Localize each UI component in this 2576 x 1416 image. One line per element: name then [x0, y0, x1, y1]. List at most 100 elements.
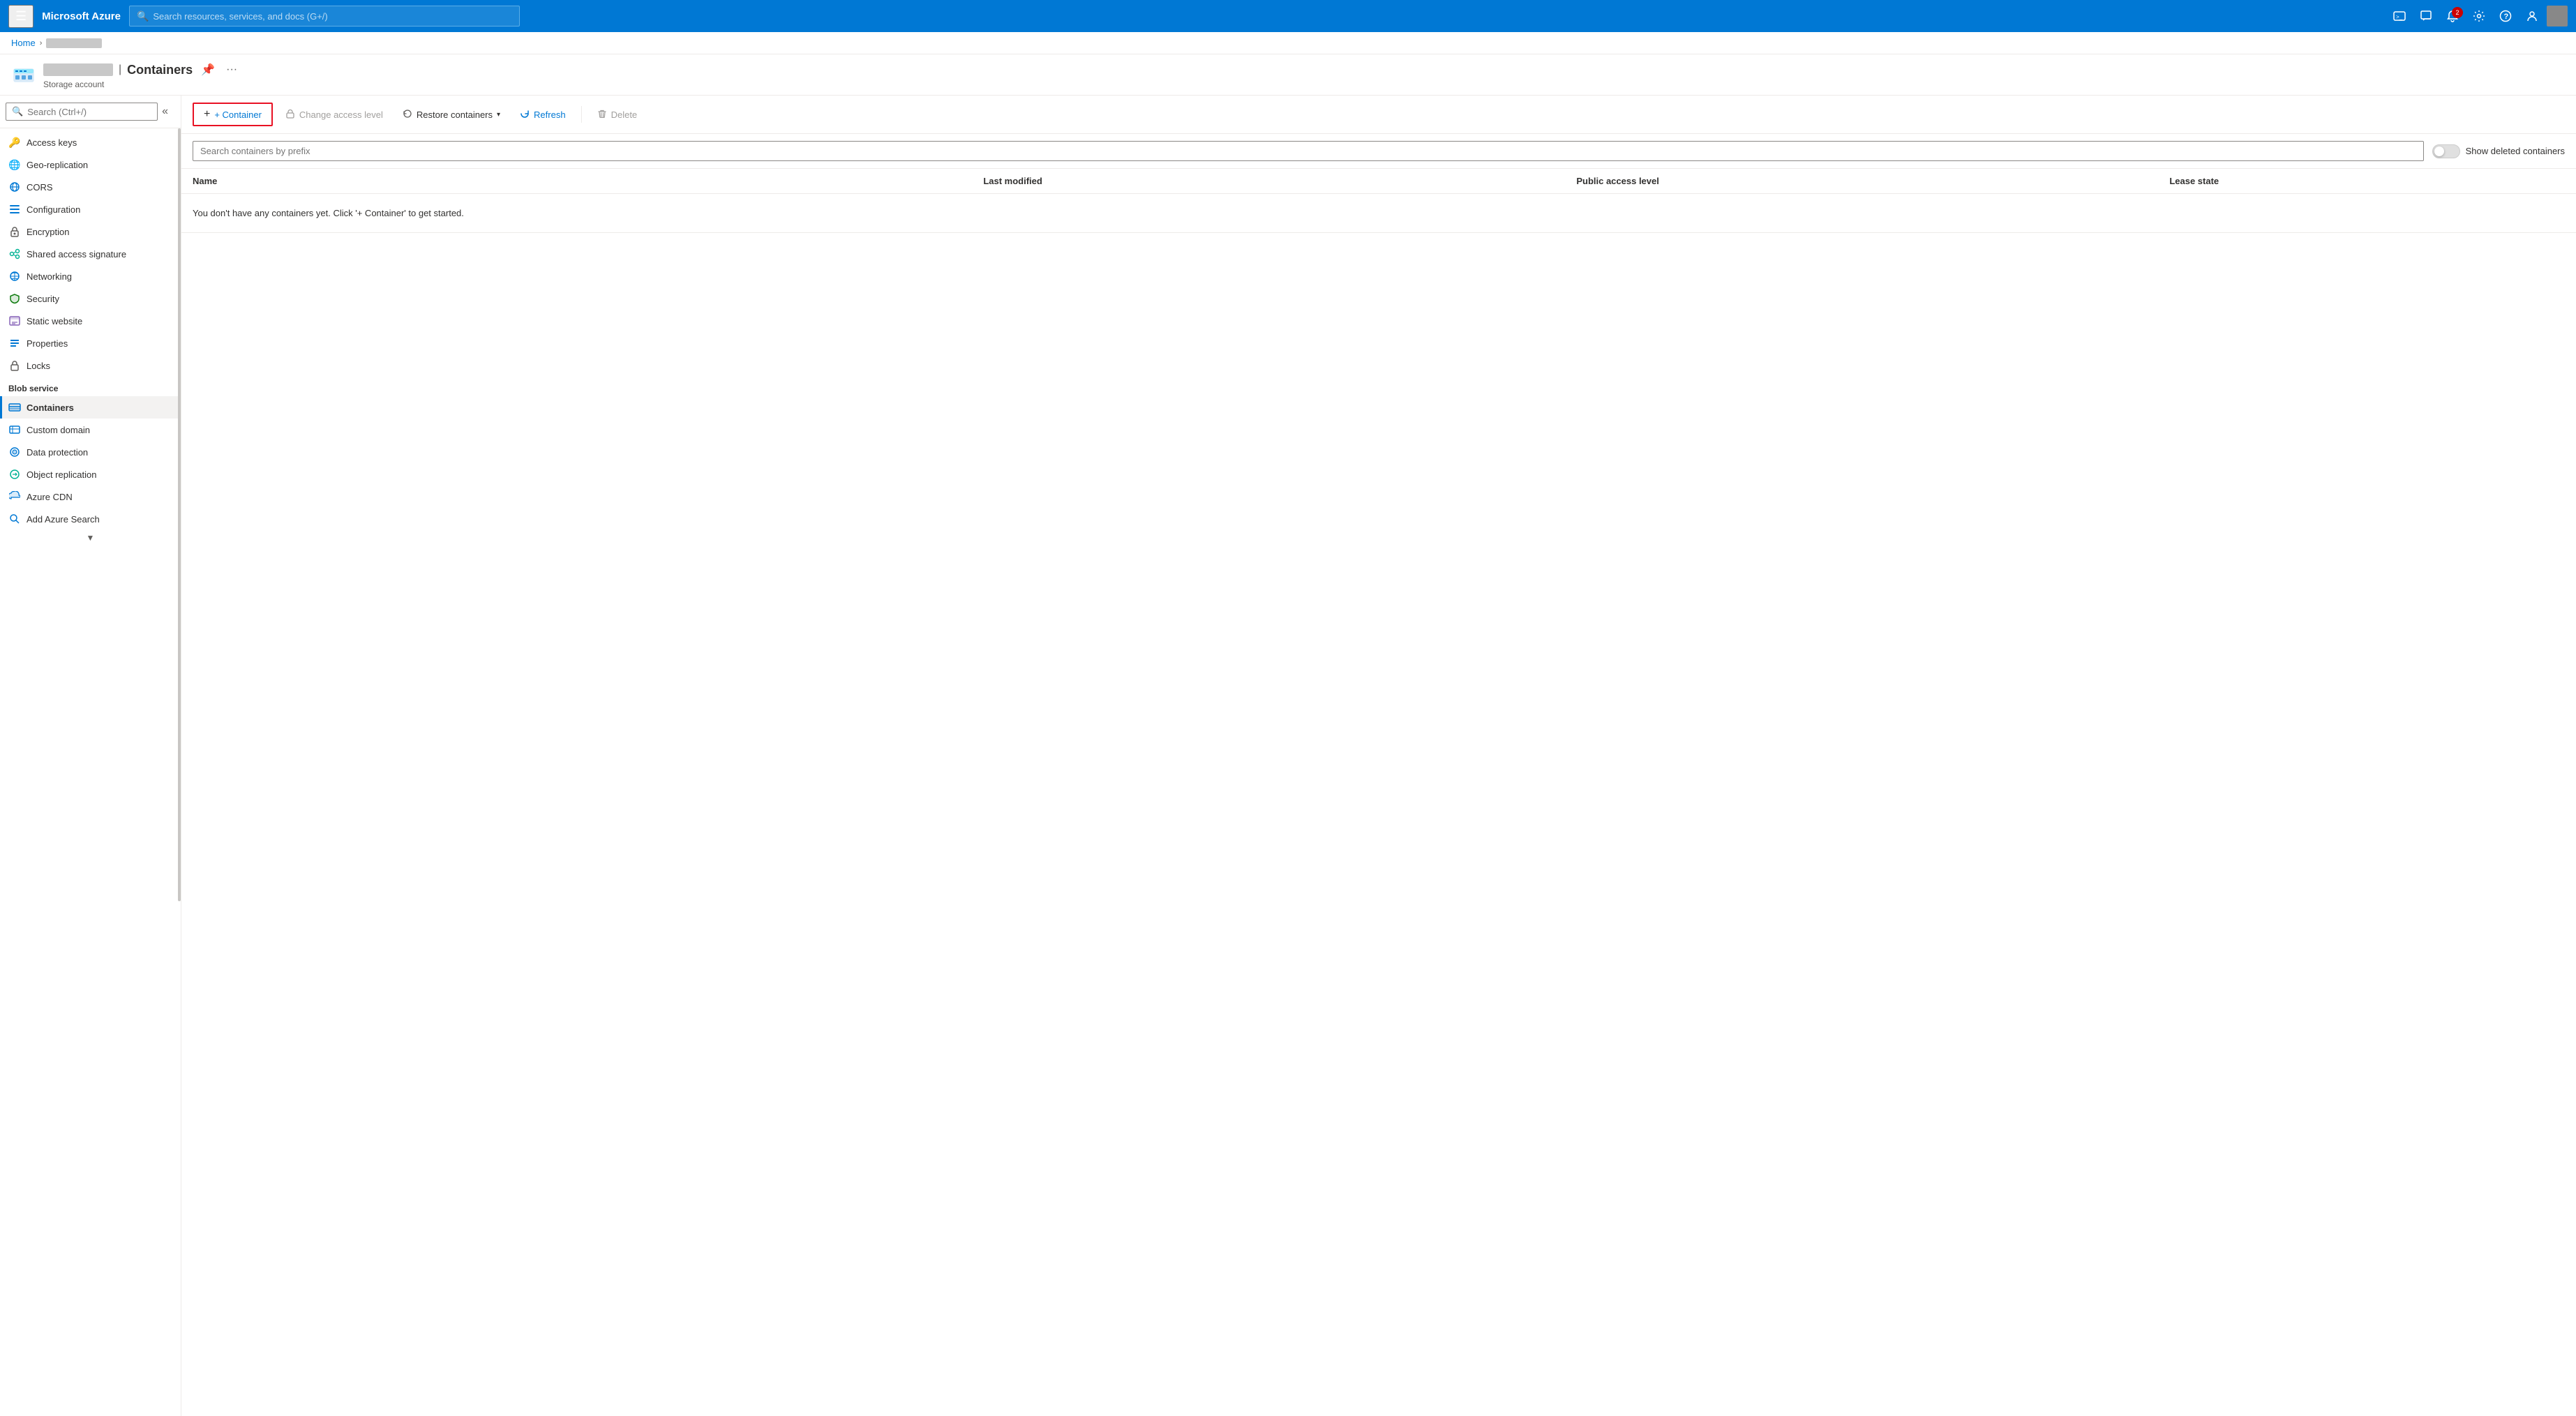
column-public-access[interactable]: Public access level	[1576, 176, 2169, 186]
notifications-button[interactable]: 2	[2441, 6, 2464, 27]
restore-containers-button[interactable]: Restore containers ▾	[396, 105, 507, 125]
sidebar-label-data-protection: Data protection	[27, 447, 88, 458]
more-options-button[interactable]: ···	[223, 61, 240, 79]
content-area: + + Container Change access level Restor…	[181, 96, 2576, 1416]
sidebar-item-data-protection[interactable]: Data protection	[0, 441, 181, 463]
lock-icon	[285, 109, 295, 121]
add-azure-search-icon	[8, 513, 21, 525]
change-access-level-button[interactable]: Change access level	[278, 105, 390, 125]
add-container-icon: +	[204, 108, 210, 121]
sidebar-item-custom-domain[interactable]: Custom domain	[0, 419, 181, 441]
page-subtitle: Storage account	[43, 80, 240, 89]
sidebar-label-encryption: Encryption	[27, 227, 69, 237]
column-lease-state[interactable]: Lease state	[2169, 176, 2565, 186]
sidebar-collapse-button[interactable]: «	[158, 103, 172, 121]
feedback-button[interactable]	[2414, 6, 2438, 27]
sidebar-label-static-website: Static website	[27, 316, 82, 326]
show-deleted-label: Show deleted containers	[2466, 146, 2565, 156]
account-name-blurred	[43, 63, 113, 76]
sidebar-item-azure-cdn[interactable]: Azure CDN	[0, 485, 181, 508]
config-icon	[8, 203, 21, 216]
sidebar-label-cors: CORS	[27, 182, 53, 193]
column-name[interactable]: Name	[193, 176, 983, 186]
table-header: Name Last modified Public access level L…	[181, 169, 2576, 194]
sidebar-item-containers[interactable]: Containers	[0, 396, 181, 419]
sidebar-label-properties: Properties	[27, 338, 68, 349]
cloud-shell-button[interactable]: >_	[2388, 6, 2411, 27]
sidebar-item-cors[interactable]: CORS	[0, 176, 181, 198]
empty-state-message: You don't have any containers yet. Click…	[181, 194, 2576, 233]
sidebar-label-add-azure-search: Add Azure Search	[27, 514, 100, 525]
sidebar-item-geo-replication[interactable]: 🌐 Geo-replication	[0, 153, 181, 176]
sidebar-label-locks: Locks	[27, 361, 50, 371]
key-icon: 🔑	[8, 136, 21, 149]
sidebar-scroll-down[interactable]: ▼	[0, 530, 181, 545]
sidebar-label-security: Security	[27, 294, 59, 304]
sidebar-item-shared-access[interactable]: Shared access signature	[0, 243, 181, 265]
user-avatar[interactable]	[2547, 6, 2568, 27]
hamburger-menu-button[interactable]: ☰	[8, 5, 33, 28]
sidebar-item-static-website[interactable]: Static website	[0, 310, 181, 332]
account-button[interactable]	[2520, 6, 2544, 27]
pin-button[interactable]: 📌	[198, 60, 218, 80]
restore-dropdown-icon[interactable]: ▾	[497, 111, 500, 119]
search-icon: 🔍	[137, 10, 149, 22]
column-last-modified[interactable]: Last modified	[983, 176, 1576, 186]
sidebar-item-configuration[interactable]: Configuration	[0, 198, 181, 220]
add-container-button[interactable]: + + Container	[193, 103, 273, 126]
settings-button[interactable]	[2467, 6, 2491, 27]
help-button[interactable]: ?	[2494, 6, 2517, 27]
sidebar-item-access-keys[interactable]: 🔑 Access keys	[0, 131, 181, 153]
sidebar-label-object-replication: Object replication	[27, 469, 96, 480]
breadcrumb-account	[46, 38, 102, 48]
sidebar-item-locks[interactable]: Locks	[0, 354, 181, 377]
custom-domain-icon	[8, 423, 21, 436]
delete-label: Delete	[611, 110, 638, 120]
page-title: Containers	[127, 63, 193, 77]
encryption-lock-icon	[8, 225, 21, 238]
breadcrumb-home[interactable]: Home	[11, 38, 36, 48]
page-header: | Containers 📌 ··· Storage account	[0, 54, 2576, 96]
sidebar-label-access-keys: Access keys	[27, 137, 77, 148]
sidebar-label-configuration: Configuration	[27, 204, 80, 215]
toolbar-divider	[581, 106, 582, 123]
change-access-label: Change access level	[299, 110, 383, 120]
notification-badge: 2	[2452, 7, 2463, 18]
containers-icon	[8, 401, 21, 414]
breadcrumb-separator: ›	[40, 39, 43, 47]
sidebar-item-encryption[interactable]: Encryption	[0, 220, 181, 243]
sidebar-search-icon: 🔍	[12, 106, 23, 117]
sidebar-label-geo-replication: Geo-replication	[27, 160, 88, 170]
show-deleted-toggle[interactable]	[2432, 144, 2460, 158]
sidebar-item-networking[interactable]: Networking	[0, 265, 181, 287]
locks-icon	[8, 359, 21, 372]
cors-icon	[8, 181, 21, 193]
refresh-label: Refresh	[534, 110, 566, 120]
data-protection-icon	[8, 446, 21, 458]
breadcrumb: Home ›	[0, 32, 2576, 54]
delete-icon	[597, 109, 607, 121]
blob-service-section-label: Blob service	[0, 377, 181, 396]
sidebar-label-shared-access: Shared access signature	[27, 249, 126, 259]
table-body: You don't have any containers yet. Click…	[181, 194, 2576, 1416]
brand-name: Microsoft Azure	[42, 10, 121, 22]
sidebar-label-containers: Containers	[27, 402, 74, 413]
container-search-input[interactable]	[200, 146, 2416, 156]
svg-text:>_: >_	[2396, 14, 2403, 20]
sidebar-item-properties[interactable]: Properties	[0, 332, 181, 354]
delete-button[interactable]: Delete	[590, 105, 645, 125]
sidebar-item-object-replication[interactable]: Object replication	[0, 463, 181, 485]
global-search-box: 🔍	[129, 6, 520, 27]
global-search-input[interactable]	[153, 11, 512, 22]
sidebar-item-add-azure-search[interactable]: Add Azure Search	[0, 508, 181, 530]
sidebar-label-azure-cdn: Azure CDN	[27, 492, 73, 502]
properties-icon	[8, 337, 21, 349]
sidebar-item-security[interactable]: Security	[0, 287, 181, 310]
refresh-button[interactable]: Refresh	[513, 105, 573, 125]
toggle-knob	[2434, 146, 2444, 156]
main-layout: 🔍 « 🔑 Access keys 🌐 Geo-replication	[0, 96, 2576, 1416]
static-website-icon	[8, 315, 21, 327]
sidebar: 🔍 « 🔑 Access keys 🌐 Geo-replication	[0, 96, 181, 1416]
sidebar-search-input[interactable]	[27, 107, 151, 117]
restore-label: Restore containers	[417, 110, 493, 120]
